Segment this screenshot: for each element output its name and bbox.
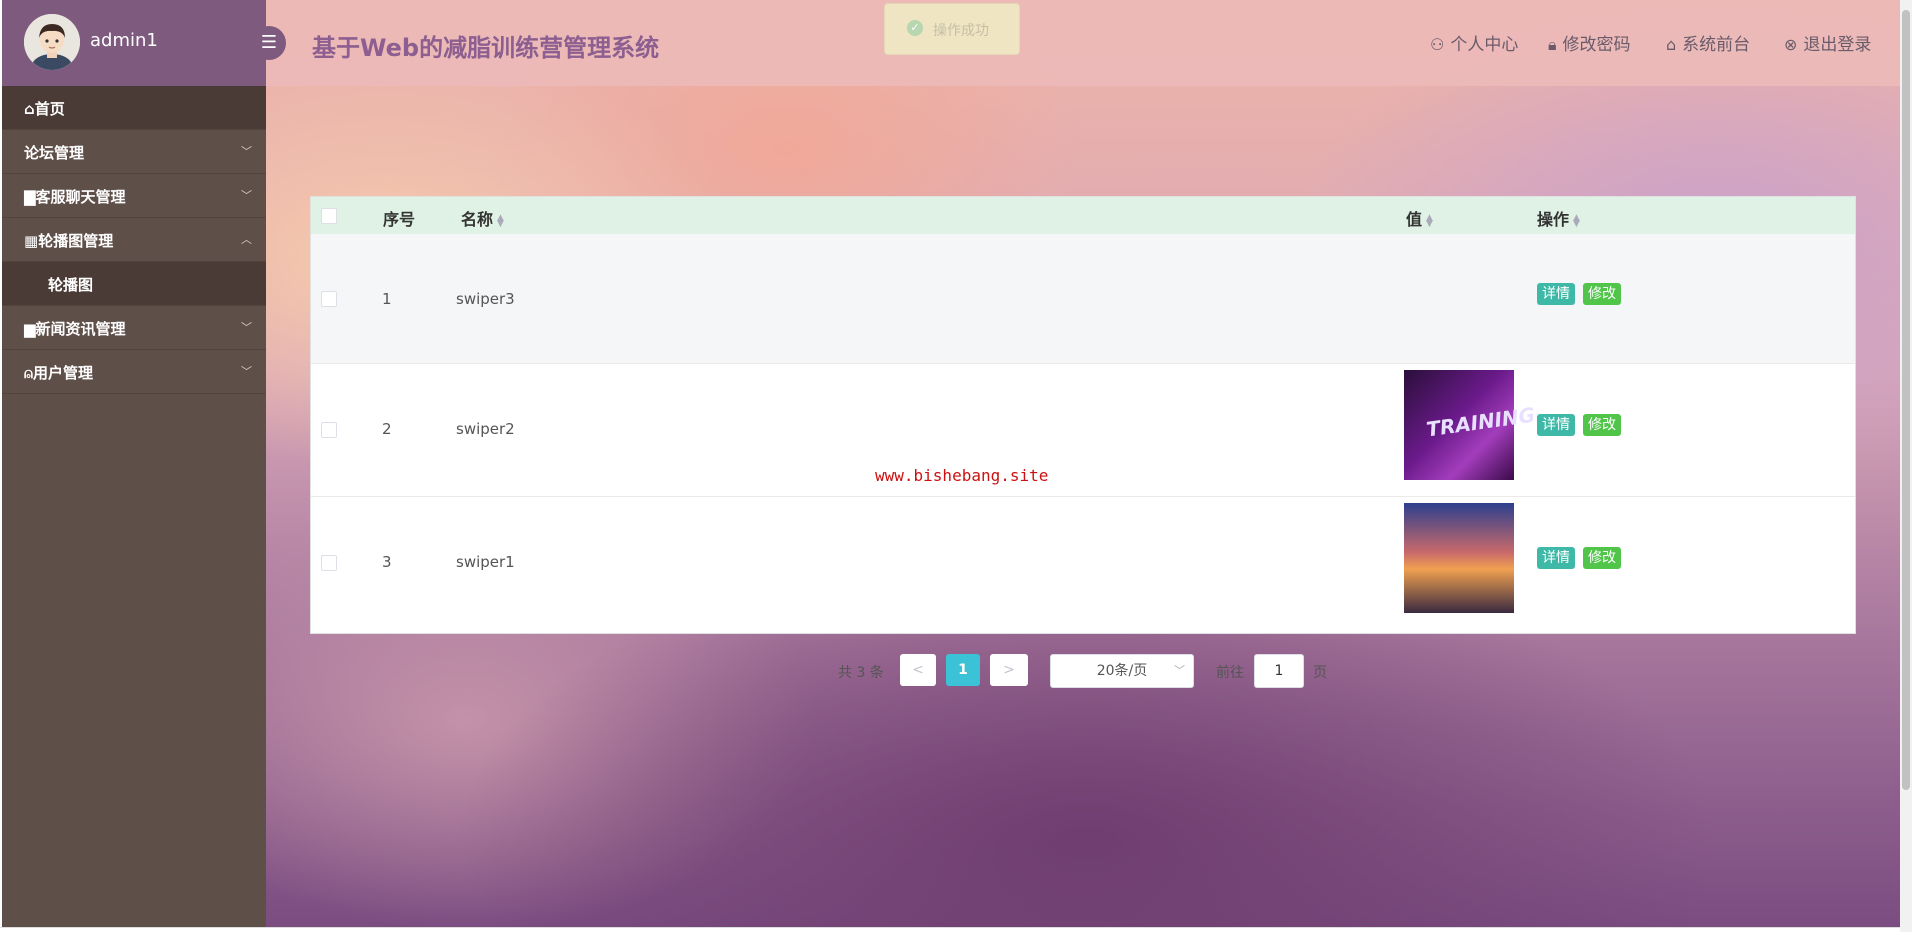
username: admin1 xyxy=(90,30,158,51)
chevron-down-icon: ﹀ xyxy=(241,189,252,202)
watermark: www.bishebang.site xyxy=(875,466,1049,485)
row-name: swiper3 xyxy=(456,290,515,308)
image-icon: ▦ xyxy=(24,232,39,250)
sidebar-item-news[interactable]: ▆新闻资讯管理 ﹀ xyxy=(2,306,266,350)
row-index: 2 xyxy=(382,420,392,438)
chevron-down-icon: ﹀ xyxy=(1174,664,1185,677)
sidebar-item-label: 论坛管理 xyxy=(24,144,85,162)
column-header-value[interactable]: 值 ▲ ▼ xyxy=(1406,206,1433,230)
avatar[interactable] xyxy=(24,14,80,70)
column-header-index: 序号 xyxy=(383,210,416,229)
home-icon: ⌂ xyxy=(24,100,35,118)
detail-button[interactable]: 详情 xyxy=(1537,414,1575,436)
edit-button[interactable]: 修改 xyxy=(1583,414,1621,436)
header-link-frontend[interactable]: ⌂ 系统前台 xyxy=(1666,30,1750,55)
toast-message: 操作成功 xyxy=(933,23,989,39)
thumbnail-caption: TRAINING xyxy=(1424,402,1537,442)
row-name: swiper2 xyxy=(456,420,515,438)
main-content: ☰ 基于Web的减脂训练营管理系统 ✓ 操作成功 ⚇ 个人中心 🔒︎ 修改密码 ⌂ 系… xyxy=(252,0,1900,927)
sort-icon: ▲ ▼ xyxy=(1573,212,1580,229)
swiper-thumbnail[interactable] xyxy=(1404,503,1514,613)
sidebar-item-users[interactable]: ⍝用户管理 ﹀ xyxy=(2,350,266,394)
prev-page-button[interactable]: < xyxy=(900,654,936,686)
row-index: 3 xyxy=(382,553,392,571)
goto-label: 前往 xyxy=(1216,665,1244,681)
home-icon: ⌂ xyxy=(1666,35,1677,54)
avatar-icon xyxy=(24,14,80,70)
vertical-scrollbar[interactable] xyxy=(1900,0,1912,932)
data-table: 序号 名称 ▲ ▼ 值 ▲ ▼ 操作 ▲ ▼ 1 swiper3 详情 修改 2 swipe… xyxy=(310,196,1856,634)
pagination-total: 共 3 条 xyxy=(838,665,884,681)
sidebar-item-home[interactable]: ⌂首页 xyxy=(2,86,266,130)
sidebar-item-label: 新闻资讯管理 xyxy=(35,320,126,338)
pagination: 共 3 条 < 1 > 20条/页 ﹀ 前往 1 页 xyxy=(266,654,1900,688)
column-header-action[interactable]: 操作 ▲ ▼ xyxy=(1537,206,1580,230)
sidebar-item-label: 用户管理 xyxy=(33,364,94,382)
row-index: 1 xyxy=(382,290,392,308)
row-checkbox[interactable] xyxy=(321,291,337,307)
sidebar-item-label: 首页 xyxy=(34,100,65,118)
chevron-down-icon: ﹀ xyxy=(241,321,252,334)
table-header: 序号 名称 ▲ ▼ 值 ▲ ▼ 操作 ▲ ▼ xyxy=(311,197,1855,234)
header-link-password[interactable]: 🔒︎ 修改密码 xyxy=(1548,30,1631,55)
table-row: 2 swiper2 TRAINING 详情 修改 xyxy=(311,364,1855,497)
row-checkbox[interactable] xyxy=(321,555,337,571)
header-link-logout[interactable]: ⊗ 退出登录 xyxy=(1784,30,1871,55)
page-size-select[interactable]: 20条/页 ﹀ xyxy=(1050,654,1194,688)
header-link-profile[interactable]: ⚇ 个人中心 xyxy=(1430,30,1518,55)
menu-toggle-icon[interactable]: ☰ xyxy=(252,26,286,60)
edit-button[interactable]: 修改 xyxy=(1583,283,1621,305)
logout-icon: ⊗ xyxy=(1784,35,1798,54)
app-frame: admin1 ⌂首页 论坛管理 ﹀ ▇客服聊天管理 ﹀ ▦轮播图管理 ︿ 轮播图… xyxy=(0,0,1901,928)
goto-page-input[interactable]: 1 xyxy=(1254,654,1304,688)
swiper-thumbnail[interactable]: TRAINING xyxy=(1404,370,1536,480)
sidebar-item-chat[interactable]: ▇客服聊天管理 ﹀ xyxy=(2,174,266,218)
sort-icon: ▲ ▼ xyxy=(497,212,504,229)
top-header: ☰ 基于Web的减脂训练营管理系统 ✓ 操作成功 ⚇ 个人中心 🔒︎ 修改密码 ⌂ 系… xyxy=(252,0,1900,86)
profile-area: admin1 xyxy=(2,0,266,86)
column-header-name[interactable]: 名称 ▲ ▼ xyxy=(461,206,504,230)
sidebar-item-label: 客服聊天管理 xyxy=(35,188,126,206)
detail-button[interactable]: 详情 xyxy=(1537,547,1575,569)
chevron-up-icon: ︿ xyxy=(241,233,252,246)
row-checkbox[interactable] xyxy=(321,422,337,438)
sidebar-item-carousel[interactable]: ▦轮播图管理 ︿ xyxy=(2,218,266,262)
sidebar-item-label: 轮播图 xyxy=(48,276,94,294)
sidebar: admin1 ⌂首页 论坛管理 ﹀ ▇客服聊天管理 ﹀ ▦轮播图管理 ︿ 轮播图… xyxy=(2,0,266,927)
lock-icon: 🔒︎ xyxy=(1548,35,1557,54)
next-page-button[interactable]: > xyxy=(990,654,1028,686)
chat-icon: ▇ xyxy=(24,188,36,206)
row-name: swiper1 xyxy=(456,553,515,571)
check-icon: ✓ xyxy=(907,20,923,36)
page-suffix: 页 xyxy=(1313,665,1327,681)
success-toast: ✓ 操作成功 xyxy=(884,3,1020,55)
page-number[interactable]: 1 xyxy=(946,654,980,686)
chevron-down-icon: ﹀ xyxy=(241,365,252,378)
chevron-down-icon: ﹀ xyxy=(241,145,252,158)
news-icon: ▆ xyxy=(24,320,36,338)
detail-button[interactable]: 详情 xyxy=(1537,283,1575,305)
sidebar-item-label: 轮播图管理 xyxy=(38,232,114,250)
select-all-checkbox[interactable] xyxy=(321,208,337,224)
scrollbar-thumb[interactable] xyxy=(1902,10,1910,790)
table-row: 1 swiper3 详情 修改 xyxy=(311,234,1855,364)
sidebar-subitem-carousel[interactable]: 轮播图 xyxy=(2,262,266,306)
edit-button[interactable]: 修改 xyxy=(1583,547,1621,569)
sort-icon: ▲ ▼ xyxy=(1426,212,1433,229)
user-icon: ⚇ xyxy=(1430,35,1445,54)
sidebar-item-forum[interactable]: 论坛管理 ﹀ xyxy=(2,130,266,174)
users-icon: ⍝ xyxy=(24,364,34,382)
page-title: 基于Web的减脂训练营管理系统 xyxy=(312,34,660,62)
table-row: 3 swiper1 详情 修改 xyxy=(311,497,1855,633)
